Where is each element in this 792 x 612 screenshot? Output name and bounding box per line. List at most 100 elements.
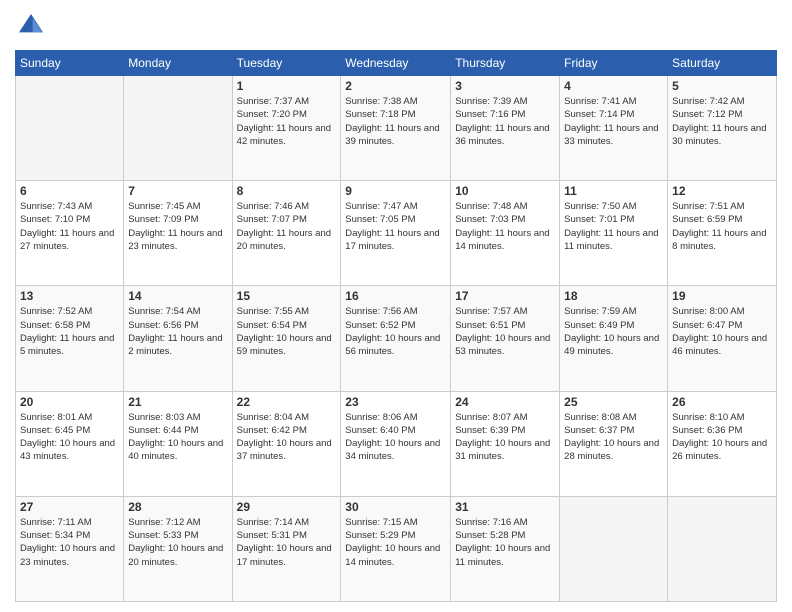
calendar-cell: 24Sunrise: 8:07 AMSunset: 6:39 PMDayligh… <box>451 391 560 496</box>
calendar-table: SundayMondayTuesdayWednesdayThursdayFrid… <box>15 50 777 602</box>
calendar-cell: 26 Sunrise: 8:10 AMSunset: 6:36 PMDayligh… <box>668 391 777 496</box>
calendar-cell: 18 Sunrise: 7:59 AMSunset: 6:49 PMDayligh… <box>560 286 668 391</box>
day-info: Sunrise: 7:14 AMSunset: 5:31 PMDaylight:… <box>237 516 337 569</box>
calendar-cell: 23 Sunrise: 8:06 AMSunset: 6:40 PMDayligh… <box>341 391 451 496</box>
weekday-header: Friday <box>560 51 668 76</box>
day-number: 4 <box>564 79 663 93</box>
calendar-cell: 17 Sunrise: 7:57 AMSunset: 6:51 PMDayligh… <box>451 286 560 391</box>
weekday-header: Wednesday <box>341 51 451 76</box>
day-info: Sunrise: 7:41 AMSunset: 7:14 PMDaylight:… <box>564 95 663 148</box>
day-number: 8 <box>237 184 337 198</box>
day-info: Sunrise: 7:12 AMSunset: 5:33 PMDaylight:… <box>128 516 227 569</box>
calendar-week-row: 1Sunrise: 7:37 AMSunset: 7:20 PMDaylight… <box>16 76 777 181</box>
day-info: Sunrise: 7:15 AMSunset: 5:29 PMDaylight:… <box>345 516 446 569</box>
calendar-cell <box>124 76 232 181</box>
calendar-cell: 22Sunrise: 8:04 AMSunset: 6:42 PMDayligh… <box>232 391 341 496</box>
day-number: 2 <box>345 79 446 93</box>
day-info: Sunrise: 8:03 AMSunset: 6:44 PMDaylight:… <box>128 411 227 464</box>
day-info: Sunrise: 7:54 AMSunset: 6:56 PMDaylight:… <box>128 305 227 358</box>
calendar-page: SundayMondayTuesdayWednesdayThursdayFrid… <box>0 0 792 612</box>
day-number: 31 <box>455 500 555 514</box>
day-info: Sunrise: 7:50 AMSunset: 7:01 PMDaylight:… <box>564 200 663 253</box>
day-number: 14 <box>128 289 227 303</box>
weekday-header: Saturday <box>668 51 777 76</box>
day-number: 9 <box>345 184 446 198</box>
day-info: Sunrise: 7:38 AMSunset: 7:18 PMDaylight:… <box>345 95 446 148</box>
calendar-cell <box>16 76 124 181</box>
day-info: Sunrise: 8:00 AMSunset: 6:47 PMDaylight:… <box>672 305 772 358</box>
day-info: Sunrise: 8:06 AMSunset: 6:40 PMDaylight:… <box>345 411 446 464</box>
calendar-cell: 29Sunrise: 7:14 AMSunset: 5:31 PMDayligh… <box>232 496 341 601</box>
day-info: Sunrise: 7:47 AMSunset: 7:05 PMDaylight:… <box>345 200 446 253</box>
weekday-header: Tuesday <box>232 51 341 76</box>
calendar-cell: 14 Sunrise: 7:54 AMSunset: 6:56 PMDayligh… <box>124 286 232 391</box>
day-info: Sunrise: 8:07 AMSunset: 6:39 PMDaylight:… <box>455 411 555 464</box>
calendar-cell: 30 Sunrise: 7:15 AMSunset: 5:29 PMDayligh… <box>341 496 451 601</box>
day-info: Sunrise: 7:51 AMSunset: 6:59 PMDaylight:… <box>672 200 772 253</box>
calendar-week-row: 27Sunrise: 7:11 AMSunset: 5:34 PMDayligh… <box>16 496 777 601</box>
calendar-cell: 9 Sunrise: 7:47 AMSunset: 7:05 PMDaylight… <box>341 181 451 286</box>
calendar-cell: 6Sunrise: 7:43 AMSunset: 7:10 PMDaylight… <box>16 181 124 286</box>
day-info: Sunrise: 7:39 AMSunset: 7:16 PMDaylight:… <box>455 95 555 148</box>
calendar-week-row: 20Sunrise: 8:01 AMSunset: 6:45 PMDayligh… <box>16 391 777 496</box>
day-info: Sunrise: 7:46 AMSunset: 7:07 PMDaylight:… <box>237 200 337 253</box>
day-info: Sunrise: 7:48 AMSunset: 7:03 PMDaylight:… <box>455 200 555 253</box>
calendar-cell: 27Sunrise: 7:11 AMSunset: 5:34 PMDayligh… <box>16 496 124 601</box>
calendar-cell: 2 Sunrise: 7:38 AMSunset: 7:18 PMDaylight… <box>341 76 451 181</box>
day-info: Sunrise: 7:59 AMSunset: 6:49 PMDaylight:… <box>564 305 663 358</box>
calendar-cell: 7 Sunrise: 7:45 AMSunset: 7:09 PMDaylight… <box>124 181 232 286</box>
day-number: 12 <box>672 184 772 198</box>
calendar-cell: 13Sunrise: 7:52 AMSunset: 6:58 PMDayligh… <box>16 286 124 391</box>
calendar-cell: 19Sunrise: 8:00 AMSunset: 6:47 PMDayligh… <box>668 286 777 391</box>
day-info: Sunrise: 8:10 AMSunset: 6:36 PMDaylight:… <box>672 411 772 464</box>
day-number: 28 <box>128 500 227 514</box>
calendar-cell: 31 Sunrise: 7:16 AMSunset: 5:28 PMDayligh… <box>451 496 560 601</box>
weekday-header: Thursday <box>451 51 560 76</box>
day-number: 15 <box>237 289 337 303</box>
day-info: Sunrise: 7:45 AMSunset: 7:09 PMDaylight:… <box>128 200 227 253</box>
day-info: Sunrise: 7:56 AMSunset: 6:52 PMDaylight:… <box>345 305 446 358</box>
calendar-week-row: 6Sunrise: 7:43 AMSunset: 7:10 PMDaylight… <box>16 181 777 286</box>
day-info: Sunrise: 7:55 AMSunset: 6:54 PMDaylight:… <box>237 305 337 358</box>
calendar-cell: 3 Sunrise: 7:39 AMSunset: 7:16 PMDaylight… <box>451 76 560 181</box>
header <box>15 10 777 42</box>
calendar-cell: 16 Sunrise: 7:56 AMSunset: 6:52 PMDayligh… <box>341 286 451 391</box>
day-info: Sunrise: 7:57 AMSunset: 6:51 PMDaylight:… <box>455 305 555 358</box>
calendar-cell: 5 Sunrise: 7:42 AMSunset: 7:12 PMDaylight… <box>668 76 777 181</box>
day-number: 26 <box>672 395 772 409</box>
day-number: 11 <box>564 184 663 198</box>
day-info: Sunrise: 7:43 AMSunset: 7:10 PMDaylight:… <box>20 200 119 253</box>
day-number: 17 <box>455 289 555 303</box>
day-number: 5 <box>672 79 772 93</box>
logo <box>15 10 51 42</box>
logo-icon <box>15 10 47 42</box>
day-number: 16 <box>345 289 446 303</box>
day-number: 23 <box>345 395 446 409</box>
calendar-cell: 11 Sunrise: 7:50 AMSunset: 7:01 PMDayligh… <box>560 181 668 286</box>
day-number: 10 <box>455 184 555 198</box>
day-number: 25 <box>564 395 663 409</box>
day-number: 1 <box>237 79 337 93</box>
day-number: 18 <box>564 289 663 303</box>
calendar-cell: 25Sunrise: 8:08 AMSunset: 6:37 PMDayligh… <box>560 391 668 496</box>
calendar-cell <box>560 496 668 601</box>
day-number: 3 <box>455 79 555 93</box>
calendar-header-row: SundayMondayTuesdayWednesdayThursdayFrid… <box>16 51 777 76</box>
day-number: 20 <box>20 395 119 409</box>
calendar-cell: 10 Sunrise: 7:48 AMSunset: 7:03 PMDayligh… <box>451 181 560 286</box>
calendar-cell: 28 Sunrise: 7:12 AMSunset: 5:33 PMDayligh… <box>124 496 232 601</box>
day-number: 21 <box>128 395 227 409</box>
weekday-header: Monday <box>124 51 232 76</box>
day-info: Sunrise: 7:16 AMSunset: 5:28 PMDaylight:… <box>455 516 555 569</box>
day-number: 7 <box>128 184 227 198</box>
day-number: 13 <box>20 289 119 303</box>
calendar-cell: 15 Sunrise: 7:55 AMSunset: 6:54 PMDayligh… <box>232 286 341 391</box>
calendar-cell: 21 Sunrise: 8:03 AMSunset: 6:44 PMDayligh… <box>124 391 232 496</box>
day-info: Sunrise: 7:42 AMSunset: 7:12 PMDaylight:… <box>672 95 772 148</box>
day-number: 30 <box>345 500 446 514</box>
calendar-cell <box>668 496 777 601</box>
calendar-cell: 20Sunrise: 8:01 AMSunset: 6:45 PMDayligh… <box>16 391 124 496</box>
day-number: 22 <box>237 395 337 409</box>
calendar-cell: 12 Sunrise: 7:51 AMSunset: 6:59 PMDayligh… <box>668 181 777 286</box>
calendar-cell: 1Sunrise: 7:37 AMSunset: 7:20 PMDaylight… <box>232 76 341 181</box>
